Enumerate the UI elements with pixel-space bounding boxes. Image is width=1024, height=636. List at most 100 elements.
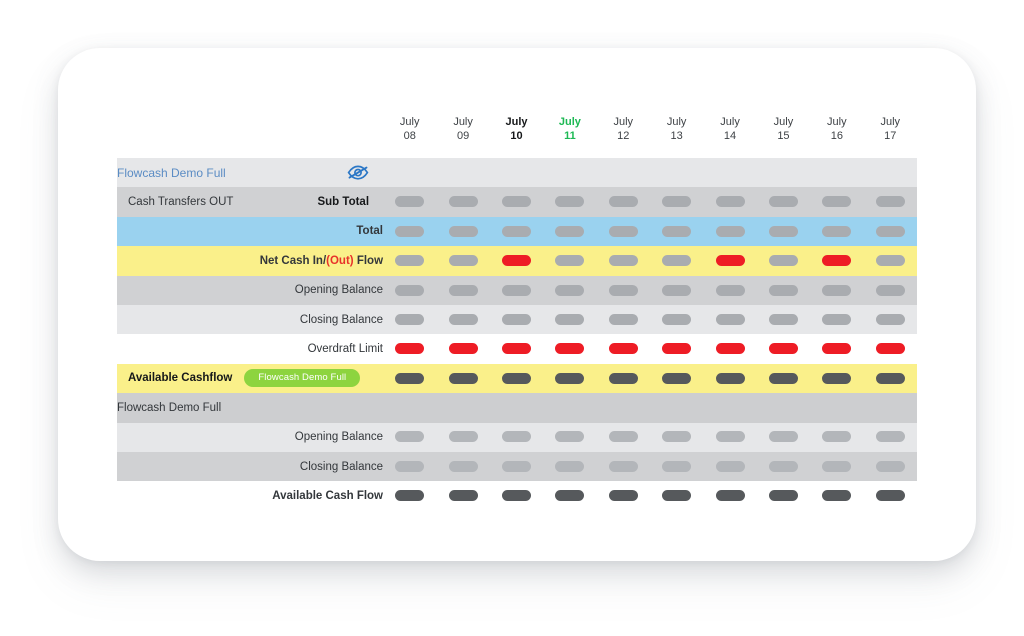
cell-closing_balance_1-2[interactable] [489,304,544,335]
cell-closing_balance_2-1[interactable] [436,451,490,482]
cell-available_cash_flow-5[interactable] [649,481,704,511]
cell-group_header-8[interactable] [810,393,864,423]
cell-group_header-4[interactable] [596,393,650,423]
cell-subtotal-8[interactable] [810,187,864,217]
cell-opening_balance_2-8[interactable] [810,422,864,452]
cell-net_cash-8[interactable] [810,246,864,276]
cell-opening_balance_2-9[interactable] [863,422,917,452]
cell-available_cash_flow-9[interactable] [863,481,917,511]
cell-account_header-4[interactable] [596,158,650,188]
date-header-9[interactable]: July 17 [863,101,917,158]
date-header-7[interactable]: July 15 [756,101,811,158]
cell-overdraft_limit-7[interactable] [756,334,811,364]
cell-account_header-9[interactable] [863,158,917,188]
cell-account_header-0[interactable] [383,158,437,188]
cell-closing_balance_1-1[interactable] [436,304,490,335]
cell-opening_balance_2-2[interactable] [489,422,544,452]
cell-overdraft_limit-0[interactable] [383,334,437,364]
cell-opening_balance_2-5[interactable] [649,422,704,452]
cell-available_cashflow-8[interactable] [810,363,864,394]
cell-closing_balance_2-6[interactable] [703,451,757,482]
cell-account_header-8[interactable] [810,158,864,188]
cell-total-9[interactable] [863,216,917,247]
cell-available_cashflow-9[interactable] [863,363,917,394]
cell-overdraft_limit-9[interactable] [863,334,917,364]
cell-group_header-7[interactable] [756,393,811,423]
date-header-1[interactable]: July 09 [436,101,490,158]
cell-closing_balance_1-7[interactable] [756,304,811,335]
cell-closing_balance_2-8[interactable] [810,451,864,482]
cell-account_header-7[interactable] [756,158,811,188]
cell-opening_balance_1-0[interactable] [383,275,437,305]
cell-subtotal-2[interactable] [489,187,544,217]
cell-total-0[interactable] [383,216,437,247]
cell-available_cashflow-3[interactable] [543,363,597,394]
cell-total-6[interactable] [703,216,757,247]
cell-available_cash_flow-2[interactable] [489,481,544,511]
cell-overdraft_limit-5[interactable] [649,334,704,364]
cell-net_cash-0[interactable] [383,246,437,276]
cell-subtotal-7[interactable] [756,187,811,217]
cell-group_header-6[interactable] [703,393,757,423]
cell-closing_balance_1-6[interactable] [703,304,757,335]
eye-off-icon[interactable] [347,165,369,181]
cell-closing_balance_2-7[interactable] [756,451,811,482]
cell-opening_balance_1-6[interactable] [703,275,757,305]
cell-total-5[interactable] [649,216,704,247]
date-header-2[interactable]: July 10 [489,101,544,158]
cell-net_cash-2[interactable] [489,246,544,276]
date-header-8[interactable]: July 16 [810,101,864,158]
cell-opening_balance_1-5[interactable] [649,275,704,305]
cell-opening_balance_2-6[interactable] [703,422,757,452]
cell-subtotal-1[interactable] [436,187,490,217]
cell-account_header-6[interactable] [703,158,757,188]
cell-group_header-1[interactable] [436,393,490,423]
cell-overdraft_limit-4[interactable] [596,334,650,364]
cell-account_header-3[interactable] [543,158,597,188]
cell-opening_balance_1-3[interactable] [543,275,597,305]
cell-overdraft_limit-1[interactable] [436,334,490,364]
account-badge[interactable]: Flowcash Demo Full [244,369,361,388]
cell-available_cash_flow-3[interactable] [543,481,597,511]
cell-overdraft_limit-2[interactable] [489,334,544,364]
cell-opening_balance_2-0[interactable] [383,422,437,452]
cell-account_header-2[interactable] [489,158,544,188]
cell-overdraft_limit-6[interactable] [703,334,757,364]
cell-opening_balance_1-1[interactable] [436,275,490,305]
cell-net_cash-4[interactable] [596,246,650,276]
cell-available_cash_flow-6[interactable] [703,481,757,511]
date-header-6[interactable]: July 14 [703,101,757,158]
cell-net_cash-1[interactable] [436,246,490,276]
cell-subtotal-6[interactable] [703,187,757,217]
cell-available_cash_flow-4[interactable] [596,481,650,511]
cell-total-4[interactable] [596,216,650,247]
cell-available_cashflow-2[interactable] [489,363,544,394]
cell-available_cashflow-4[interactable] [596,363,650,394]
cell-available_cashflow-7[interactable] [756,363,811,394]
cell-closing_balance_1-5[interactable] [649,304,704,335]
cell-group_header-5[interactable] [649,393,704,423]
cell-opening_balance_1-9[interactable] [863,275,917,305]
cell-opening_balance_1-8[interactable] [810,275,864,305]
cell-opening_balance_1-7[interactable] [756,275,811,305]
cell-opening_balance_1-4[interactable] [596,275,650,305]
date-header-0[interactable]: July 08 [383,101,437,158]
cell-closing_balance_2-9[interactable] [863,451,917,482]
cell-available_cashflow-0[interactable] [383,363,437,394]
cell-net_cash-6[interactable] [703,246,757,276]
cell-group_header-3[interactable] [543,393,597,423]
cell-closing_balance_1-4[interactable] [596,304,650,335]
account-name[interactable]: Flowcash Demo Full [117,166,226,180]
cell-overdraft_limit-3[interactable] [543,334,597,364]
cell-opening_balance_2-1[interactable] [436,422,490,452]
cell-available_cash_flow-7[interactable] [756,481,811,511]
cell-subtotal-9[interactable] [863,187,917,217]
cell-group_header-2[interactable] [489,393,544,423]
cell-closing_balance_1-9[interactable] [863,304,917,335]
cell-closing_balance_2-0[interactable] [383,451,437,482]
date-header-4[interactable]: July 12 [596,101,650,158]
cell-net_cash-3[interactable] [543,246,597,276]
cell-closing_balance_2-5[interactable] [649,451,704,482]
cell-group_header-0[interactable] [383,393,437,423]
cell-total-7[interactable] [756,216,811,247]
